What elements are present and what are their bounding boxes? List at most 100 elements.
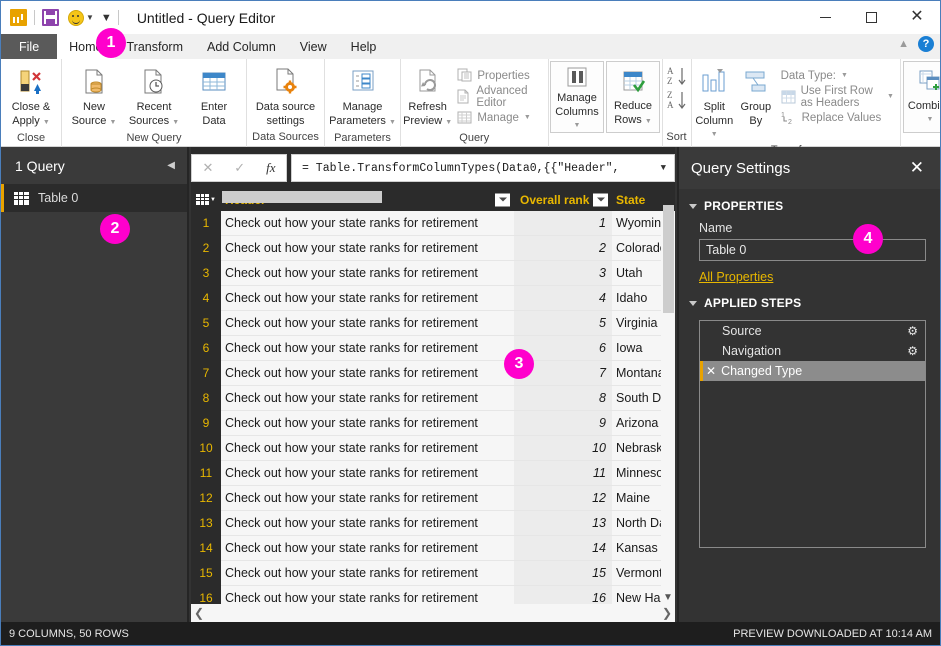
sort-descending-icon[interactable]: Z A — [665, 89, 689, 113]
properties-button[interactable]: Properties — [452, 65, 545, 86]
horizontal-scrollbar[interactable]: ❮ ❯ — [191, 604, 675, 622]
cell-overall-rank[interactable]: 13 — [514, 511, 612, 536]
close-and-apply-button[interactable]: Close & Apply ▼ — [1, 63, 61, 131]
tab-help[interactable]: Help — [339, 34, 389, 59]
filter-icon-header[interactable] — [495, 193, 510, 206]
delete-step-icon[interactable]: ✕ — [706, 364, 716, 378]
table-row[interactable]: 6Check out how your state ranks for reti… — [191, 336, 675, 361]
combine-button[interactable]: Combine ▼ — [903, 61, 941, 133]
cell-header[interactable]: Check out how your state ranks for retir… — [221, 236, 514, 261]
cell-overall-rank[interactable]: 4 — [514, 286, 612, 311]
recent-sources-button[interactable]: Recent Sources ▼ — [124, 63, 184, 131]
cell-overall-rank[interactable]: 9 — [514, 411, 612, 436]
manage-button[interactable]: Manage ▼ — [452, 107, 545, 128]
table-row[interactable]: 14Check out how your state ranks for ret… — [191, 536, 675, 561]
table-row[interactable]: 9Check out how your state ranks for reti… — [191, 411, 675, 436]
enter-data-button[interactable]: Enter Data — [184, 63, 244, 129]
smiley-icon[interactable] — [68, 10, 84, 26]
cell-header[interactable]: Check out how your state ranks for retir… — [221, 486, 514, 511]
applied-step-item[interactable]: Navigation⚙ — [700, 341, 925, 361]
gear-icon[interactable]: ⚙ — [907, 324, 918, 338]
new-source-button[interactable]: New Source ▼ — [64, 63, 124, 131]
chevron-down-icon[interactable]: ▼ — [663, 590, 673, 604]
column-header-overall-rank[interactable]: Overall rank — [514, 188, 612, 211]
cell-overall-rank[interactable]: 8 — [514, 386, 612, 411]
tab-transform[interactable]: Transform — [115, 34, 196, 59]
table-corner-icon[interactable]: ▼ — [191, 188, 221, 211]
cell-header[interactable]: Check out how your state ranks for retir… — [221, 411, 514, 436]
cell-overall-rank[interactable]: 15 — [514, 561, 612, 586]
combine-dropdown-arrow[interactable]: ▼ — [926, 114, 933, 126]
replace-values-button[interactable]: 1 2 Replace Values — [777, 107, 898, 128]
data-source-settings-button[interactable]: Data source settings — [249, 63, 323, 129]
cell-header[interactable]: Check out how your state ranks for retir… — [221, 386, 514, 411]
table-row[interactable]: 3Check out how your state ranks for reti… — [191, 261, 675, 286]
reduce-rows-button[interactable]: Reduce Rows ▼ — [606, 61, 660, 133]
cell-header[interactable]: Check out how your state ranks for retir… — [221, 436, 514, 461]
manage-columns-button[interactable]: Manage Columns ▼ — [550, 61, 604, 133]
cell-overall-rank[interactable]: 5 — [514, 311, 612, 336]
group-by-button[interactable]: Group By — [735, 63, 777, 129]
filter-icon-overall-rank[interactable] — [593, 193, 608, 206]
cell-overall-rank[interactable]: 1 — [514, 211, 612, 236]
cell-overall-rank[interactable]: 12 — [514, 486, 612, 511]
table-row[interactable]: 8Check out how your state ranks for reti… — [191, 386, 675, 411]
table-row[interactable]: 1Check out how your state ranks for reti… — [191, 211, 675, 236]
cell-header[interactable]: Check out how your state ranks for retir… — [221, 361, 514, 386]
table-row[interactable]: 7Check out how your state ranks for reti… — [191, 361, 675, 386]
query-list-item-table-0[interactable]: Table 0 — [1, 184, 187, 212]
checkmark-icon[interactable]: ✓ — [234, 160, 245, 176]
use-first-row-as-headers-button[interactable]: Use First Row as Headers ▼ — [777, 86, 898, 107]
manage-parameters-button[interactable]: Manage Parameters ▼ — [327, 63, 399, 131]
table-row[interactable]: 15Check out how your state ranks for ret… — [191, 561, 675, 586]
cell-header[interactable]: Check out how your state ranks for retir… — [221, 461, 514, 486]
name-input[interactable]: Table 0 — [699, 239, 926, 261]
save-icon[interactable] — [42, 9, 59, 26]
cell-overall-rank[interactable]: 2 — [514, 236, 612, 261]
close-button[interactable]: ✕ — [894, 1, 940, 33]
formula-input[interactable]: = Table.TransformColumnTypes(Data0,{{"He… — [291, 154, 675, 182]
close-icon[interactable]: ✕ — [910, 158, 924, 178]
cell-header[interactable]: Check out how your state ranks for retir… — [221, 536, 514, 561]
cell-overall-rank[interactable]: 3 — [514, 261, 612, 286]
cell-header[interactable]: Check out how your state ranks for retir… — [221, 561, 514, 586]
chevron-down-icon[interactable]: ▼ — [661, 163, 666, 173]
table-row[interactable]: 10Check out how your state ranks for ret… — [191, 436, 675, 461]
chevron-left-icon[interactable]: ◀ — [167, 160, 175, 171]
chevron-up-icon[interactable]: ▲ — [898, 38, 909, 50]
quick-access-toolbar-dropdown[interactable]: ▼ — [101, 12, 111, 24]
cell-header[interactable]: Check out how your state ranks for retir… — [221, 261, 514, 286]
help-icon[interactable]: ? — [918, 36, 934, 52]
tab-view[interactable]: View — [288, 34, 339, 59]
data-type-button[interactable]: Data Type: ▼ — [777, 65, 898, 86]
split-column-button[interactable]: Split Column ▼ — [694, 63, 736, 143]
table-row[interactable]: 11Check out how your state ranks for ret… — [191, 461, 675, 486]
fx-icon[interactable]: fx — [266, 160, 275, 176]
tab-file[interactable]: File — [1, 34, 57, 59]
cell-header[interactable]: Check out how your state ranks for retir… — [221, 211, 514, 236]
vertical-scroll-thumb[interactable] — [663, 205, 674, 313]
all-properties-link[interactable]: All Properties — [679, 261, 940, 286]
sort-ascending-icon[interactable]: A Z — [665, 65, 689, 89]
table-row[interactable]: 2Check out how your state ranks for reti… — [191, 236, 675, 261]
cell-overall-rank[interactable]: 10 — [514, 436, 612, 461]
applied-step-item[interactable]: Source⚙ — [700, 321, 925, 341]
chevron-left-icon[interactable]: ❮ — [194, 606, 204, 620]
gear-icon[interactable]: ⚙ — [907, 344, 918, 358]
chevron-right-icon[interactable]: ❯ — [662, 606, 672, 620]
cell-overall-rank[interactable]: 14 — [514, 536, 612, 561]
cell-header[interactable]: Check out how your state ranks for retir… — [221, 311, 514, 336]
table-row[interactable]: 12Check out how your state ranks for ret… — [191, 486, 675, 511]
table-row[interactable]: 13Check out how your state ranks for ret… — [191, 511, 675, 536]
properties-section-header[interactable]: PROPERTIES — [679, 189, 940, 219]
cell-header[interactable]: Check out how your state ranks for retir… — [221, 511, 514, 536]
table-row[interactable]: 5Check out how your state ranks for reti… — [191, 311, 675, 336]
advanced-editor-button[interactable]: Advanced Editor — [452, 86, 545, 107]
chevron-down-icon[interactable]: ▼ — [86, 13, 94, 22]
cancel-icon[interactable]: ✕ — [202, 160, 213, 176]
maximize-button[interactable] — [848, 1, 894, 33]
minimize-button[interactable] — [802, 1, 848, 33]
refresh-preview-button[interactable]: Refresh Preview ▼ — [403, 63, 452, 131]
applied-steps-section-header[interactable]: APPLIED STEPS — [679, 286, 940, 316]
applied-step-item[interactable]: ✕Changed Type — [700, 361, 925, 381]
